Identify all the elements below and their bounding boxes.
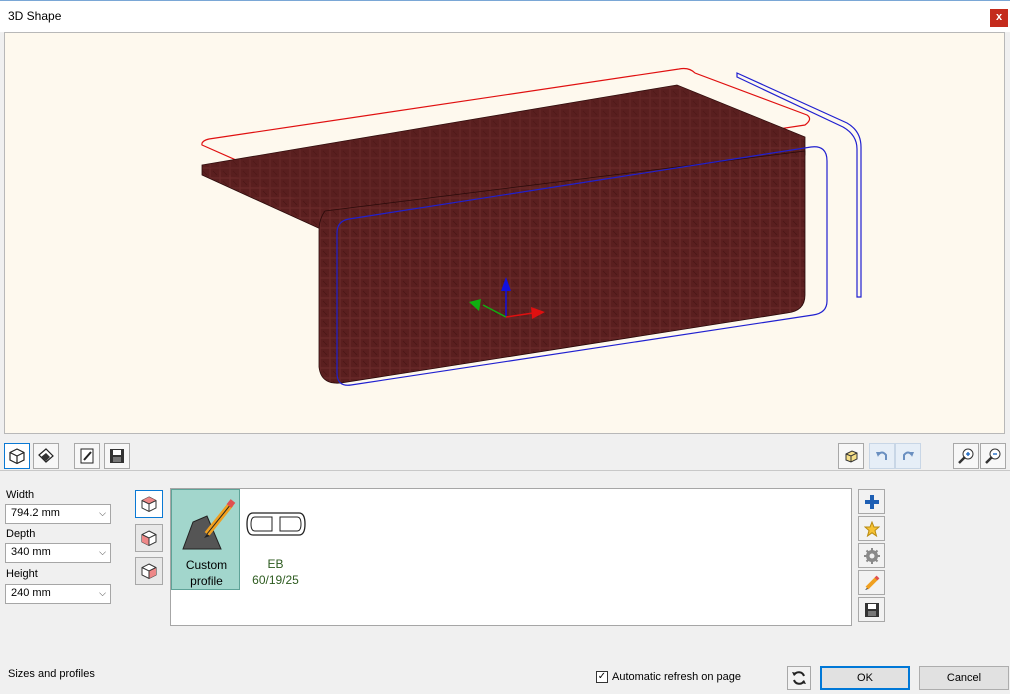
- profile-list: Custom profile EB 60/19/25: [170, 488, 852, 626]
- ok-button[interactable]: OK: [820, 666, 910, 690]
- chevron-down-icon: ⌵: [99, 547, 106, 557]
- profile-name-line2: 60/19/25: [252, 573, 299, 587]
- redo-icon[interactable]: [895, 443, 921, 469]
- width-select[interactable]: 794.2 mm ⌵: [5, 504, 111, 524]
- favorite-icon: [863, 520, 880, 537]
- add-icon: [864, 494, 879, 509]
- width-label: Width: [6, 489, 35, 501]
- chevron-down-icon: ⌵: [99, 588, 106, 598]
- height-label: Height: [6, 568, 38, 580]
- auto-refresh-label[interactable]: Automatic refresh on page: [612, 671, 741, 683]
- profile-name-line2: profile: [190, 574, 223, 588]
- custom-profile-icon: [182, 499, 236, 550]
- profile-item-custom[interactable]: Custom profile: [171, 489, 240, 590]
- settings-icon: [863, 547, 880, 564]
- 3d-scene: [201, 67, 862, 386]
- save-icon[interactable]: [104, 443, 130, 469]
- zoom-out-icon[interactable]: [980, 443, 1006, 469]
- view-3d-icon[interactable]: [4, 443, 30, 469]
- refresh-icon: [792, 671, 806, 685]
- eb-profile-icon: [246, 512, 306, 536]
- edit-icon: [864, 575, 879, 590]
- cube-view-icon[interactable]: [838, 443, 864, 469]
- window-title: 3D Shape: [8, 9, 62, 23]
- profile-name-line1: Custom: [185, 558, 228, 572]
- title-bar: 3D Shape x: [0, 0, 1010, 32]
- paint-icon[interactable]: [33, 443, 59, 469]
- chevron-down-icon: ⌵: [99, 508, 106, 518]
- toolbar-divider: [0, 470, 1010, 471]
- face-top-button[interactable]: [135, 490, 163, 518]
- cancel-button[interactable]: Cancel: [919, 666, 1009, 690]
- edit-profile-button[interactable]: [858, 570, 885, 595]
- save-profile-button[interactable]: [858, 597, 885, 622]
- face-front-button[interactable]: [135, 524, 163, 552]
- add-profile-button[interactable]: [858, 489, 885, 514]
- profile-name-line1: EB: [267, 557, 284, 571]
- face-side-button[interactable]: [135, 557, 163, 585]
- depth-value: 340 mm: [11, 546, 51, 558]
- settings-button[interactable]: [858, 543, 885, 568]
- height-select[interactable]: 240 mm ⌵: [5, 584, 111, 604]
- auto-refresh-checkbox[interactable]: ✓: [596, 671, 608, 683]
- favorite-button[interactable]: [858, 516, 885, 541]
- refresh-button[interactable]: [787, 666, 811, 690]
- close-button[interactable]: x: [990, 9, 1008, 27]
- edit-document-icon[interactable]: [74, 443, 100, 469]
- zoom-in-icon[interactable]: [953, 443, 979, 469]
- height-value: 240 mm: [11, 587, 51, 599]
- depth-label: Depth: [6, 528, 36, 540]
- status-text: Sizes and profiles: [8, 668, 95, 680]
- depth-select[interactable]: 340 mm ⌵: [5, 543, 111, 563]
- profile-item-eb[interactable]: EB 60/19/25: [241, 489, 310, 590]
- save-icon: [864, 602, 879, 617]
- undo-icon[interactable]: [869, 443, 895, 469]
- width-value: 794.2 mm: [11, 507, 60, 519]
- 3d-viewport[interactable]: [4, 32, 1005, 434]
